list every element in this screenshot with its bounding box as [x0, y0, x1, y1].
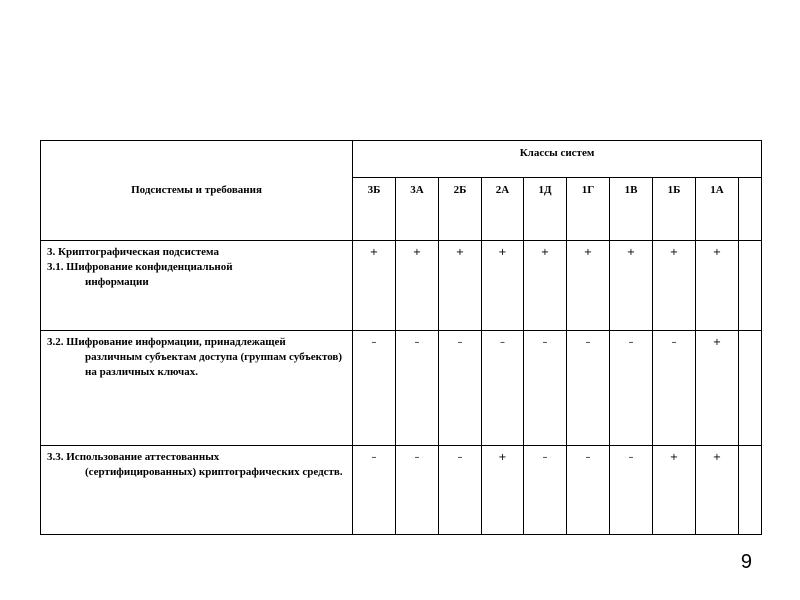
mark-cell: [737, 445, 763, 535]
mark-cell: –: [395, 330, 439, 446]
class-header-empty: [737, 177, 763, 241]
subsystems-header: Подсистемы и требования: [40, 140, 353, 241]
requirement-first-line: 3.1. Шифрование конфиденциальной: [47, 261, 233, 273]
requirement-first-line: 3.3. Использование аттестованных: [47, 451, 220, 463]
requirement-cell: 3.3. Использование аттестованных (сертиф…: [40, 445, 353, 535]
mark-cell: +: [438, 240, 482, 331]
class-header-1g: 1Г: [566, 177, 610, 241]
class-header-1b: 1Б: [652, 177, 696, 241]
requirement-first-line: 3.2. Шифрование информации, принадлежаще…: [47, 336, 286, 348]
mark-cell: –: [566, 445, 610, 535]
mark-cell: –: [523, 445, 567, 535]
mark-cell: +: [652, 240, 696, 331]
mark-cell: –: [352, 330, 396, 446]
class-header-1a: 1А: [695, 177, 739, 241]
mark-cell: +: [652, 445, 696, 535]
requirements-table: Подсистемы и требования Классы систем 3Б…: [40, 140, 763, 535]
mark-cell: –: [652, 330, 696, 446]
mark-cell: [737, 330, 763, 446]
requirement-rest: различным субъектам доступа (группам суб…: [85, 351, 343, 378]
table-row: 3. Криптографическая подсистема 3.1. Шиф…: [40, 240, 763, 331]
mark-cell: –: [395, 445, 439, 535]
mark-cell: –: [481, 330, 524, 446]
mark-cell: –: [438, 330, 482, 446]
mark-cell: +: [609, 240, 653, 331]
mark-cell: –: [609, 330, 653, 446]
mark-cell: –: [438, 445, 482, 535]
classes-header: Классы систем: [351, 140, 763, 178]
mark-cell: +: [395, 240, 439, 331]
mark-cell: +: [523, 240, 567, 331]
requirement-rest: (сертифицированных) криптографических ср…: [85, 466, 343, 478]
requirement-rest: информации: [85, 276, 149, 288]
class-header-3b: 3Б: [352, 177, 396, 241]
mark-cell: +: [481, 240, 524, 331]
table-row: 3.3. Использование аттестованных (сертиф…: [40, 445, 763, 535]
mark-cell: +: [566, 240, 610, 331]
mark-cell: +: [695, 330, 739, 446]
mark-cell: –: [609, 445, 653, 535]
requirement-cell: 3. Криптографическая подсистема 3.1. Шиф…: [40, 240, 353, 331]
mark-cell: –: [566, 330, 610, 446]
header-row-top: Подсистемы и требования Классы систем: [40, 140, 763, 241]
mark-cell: +: [481, 445, 524, 535]
class-header-1v: 1В: [609, 177, 653, 241]
mark-cell: +: [695, 445, 739, 535]
class-header-3a: 3А: [395, 177, 439, 241]
mark-cell: [737, 240, 763, 331]
requirement-cell: 3.2. Шифрование информации, принадлежаще…: [40, 330, 353, 446]
page-number: 9: [740, 551, 752, 573]
table-row: 3.2. Шифрование информации, принадлежаще…: [40, 330, 763, 446]
class-header-2a: 2А: [481, 177, 524, 241]
mark-cell: +: [695, 240, 739, 331]
class-header-1d: 1Д: [523, 177, 567, 241]
subsystem-title: 3. Криптографическая подсистема: [47, 246, 219, 258]
class-header-2b: 2Б: [438, 177, 482, 241]
mark-cell: –: [523, 330, 567, 446]
mark-cell: +: [352, 240, 396, 331]
mark-cell: –: [352, 445, 396, 535]
